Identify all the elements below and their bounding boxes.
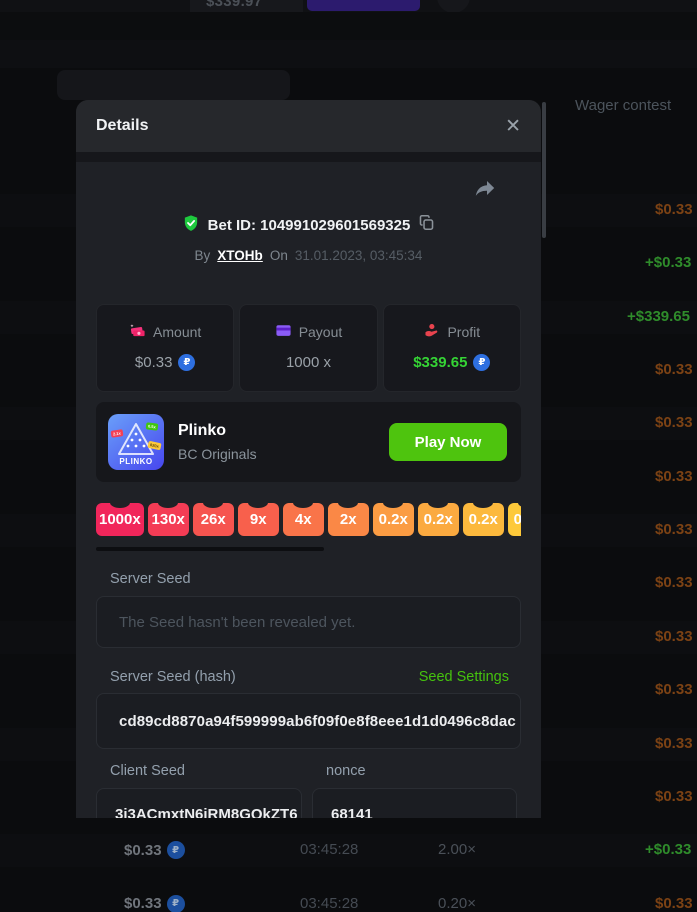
deposit-button[interactable]: [307, 0, 420, 11]
server-seed-hash-field: cd89cd8870a94f599999ab6f09f0e8f8eee1d1d0…: [96, 693, 521, 749]
client-seed-field[interactable]: 3i3ACmxtN6iRM8GQkZT6: [96, 788, 302, 818]
bet-details-modal: Details ✕ Bet ID: 104991029601569325 B: [76, 100, 541, 818]
copy-icon[interactable]: [418, 214, 435, 236]
multiplier-chip: 4x: [283, 503, 324, 536]
multiplier-chip: 26x: [193, 503, 234, 536]
play-now-button[interactable]: Play Now: [389, 423, 507, 461]
bet-profit: +$0.33: [645, 841, 691, 858]
balance-value: $339.97: [206, 0, 262, 10]
modal-header: Details ✕: [76, 100, 541, 152]
nonce-field[interactable]: 68141: [312, 788, 517, 818]
game-provider: BC Originals: [178, 446, 375, 462]
on-label: On: [270, 248, 288, 263]
bet-profit: +$0.33: [645, 254, 691, 271]
stat-amount-value: $0.33: [135, 354, 173, 371]
multiplier-chips: 1000x130x26x9x4x2x0.2x0.2x0.2x0.2x: [96, 503, 521, 536]
bet-profit: $0.33: [655, 681, 693, 698]
ruble-coin-icon: ₽: [167, 895, 185, 912]
stat-label: Profit: [447, 324, 480, 340]
close-icon[interactable]: ✕: [505, 117, 521, 136]
ruble-coin-icon: ₽: [473, 354, 490, 371]
game-card: 2.1x 0.5x 820x PLINKO Plinko BC Original…: [96, 402, 521, 482]
server-seed-hash-value: cd89cd8870a94f599999ab6f09f0e8f8eee1d1d0…: [119, 713, 516, 730]
bets-tab-strip[interactable]: [57, 70, 290, 100]
multiplier-chip: 2x: [328, 503, 369, 536]
bet-time: 03:45:28: [300, 841, 358, 858]
multiplier-chip: 0.2x: [418, 503, 459, 536]
verified-shield-icon: [182, 214, 200, 237]
hand-coin-icon: [423, 322, 440, 342]
ruble-coin-icon: ₽: [178, 354, 195, 371]
bet-profit: $0.33: [655, 468, 693, 485]
bet-profit: +$339.65: [627, 308, 690, 325]
ruble-coin-icon: ₽: [167, 841, 185, 859]
card-icon: [275, 322, 292, 342]
bet-multiplier: 0.20×: [438, 895, 476, 912]
share-icon[interactable]: [473, 176, 497, 210]
bet-id: Bet ID: 104991029601569325: [208, 217, 411, 234]
server-seed-field: The Seed hasn't been revealed yet.: [96, 596, 521, 648]
bet-profit: $0.33: [655, 895, 693, 912]
seed-settings-link[interactable]: Seed Settings: [419, 669, 509, 685]
bet-profit: $0.33: [655, 628, 693, 645]
bet-profit: $0.33: [655, 574, 693, 591]
plinko-logo-text: PLINKO: [108, 457, 164, 466]
bet-profit: $0.33: [655, 201, 693, 218]
table-row[interactable]: $0.33 ₽ 03:45:28 2.00× +$0.33: [0, 834, 697, 867]
page-band: [0, 12, 697, 40]
server-seed-placeholder: The Seed hasn't been revealed yet.: [119, 614, 355, 631]
bet-amount: $0.33: [124, 895, 162, 912]
multiplier-chip: 0.2x: [463, 503, 504, 536]
stat-label: Amount: [153, 324, 201, 340]
by-label: By: [195, 248, 211, 263]
bet-multiplier: 2.00×: [438, 841, 476, 858]
page-band: [0, 40, 697, 68]
tab-wager-contest[interactable]: Wager contest: [575, 97, 671, 114]
modal-title: Details: [96, 117, 148, 135]
page: $339.97 Wager contest $0.33 +$0.33: [0, 0, 697, 912]
bet-profit: $0.33: [655, 788, 693, 805]
topbar: $339.97: [0, 0, 697, 12]
plinko-game-icon[interactable]: 2.1x 0.5x 820x PLINKO: [108, 414, 164, 470]
stat-payout: Payout 1000 x: [239, 304, 377, 392]
server-seed-hash-label: Server Seed (hash): [110, 669, 236, 685]
balance-display[interactable]: $339.97: [190, 0, 303, 12]
stat-profit-value: $339.65: [413, 354, 467, 371]
modal-body: Bet ID: 104991029601569325 By XTOHb On 3…: [76, 162, 541, 818]
bet-profit: $0.33: [655, 521, 693, 538]
multiplier-chip: 0.2x: [508, 503, 521, 536]
client-seed-value: 3i3ACmxtN6iRM8GQkZT6: [115, 806, 298, 819]
bet-profit: $0.33: [655, 735, 693, 752]
server-seed-label: Server Seed: [96, 571, 521, 588]
username-link[interactable]: XTOHb: [217, 248, 263, 263]
client-seed-label: Client Seed: [96, 763, 302, 780]
bet-profit: $0.33: [655, 414, 693, 431]
chips-scrollbar[interactable]: [96, 547, 324, 551]
bet-time: 03:45:28: [300, 895, 358, 912]
nonce-label: nonce: [312, 763, 517, 780]
game-name: Plinko: [178, 422, 375, 440]
multiplier-chip: 9x: [238, 503, 279, 536]
bet-profit: $0.33: [655, 361, 693, 378]
table-row[interactable]: $0.33 ₽ 03:45:28 0.20× $0.33: [0, 888, 697, 912]
modal-scrollbar-thumb[interactable]: [542, 102, 546, 238]
plinko-tag: 0.5x: [146, 422, 159, 430]
multiplier-chip: 1000x: [96, 503, 144, 536]
modal-header-divider: [76, 152, 541, 162]
multiplier-chip: 130x: [148, 503, 189, 536]
bet-datetime: 31.01.2023, 03:45:34: [295, 248, 423, 263]
multiplier-chip: 0.2x: [373, 503, 414, 536]
stat-amount: Amount $0.33 ₽: [96, 304, 234, 392]
stat-profit: Profit $339.65 ₽: [383, 304, 521, 392]
money-icon: [129, 322, 146, 342]
bet-amount: $0.33: [124, 842, 162, 859]
nonce-value: 68141: [331, 806, 373, 819]
stat-payout-value: 1000 x: [286, 354, 331, 371]
stat-label: Payout: [299, 324, 343, 340]
